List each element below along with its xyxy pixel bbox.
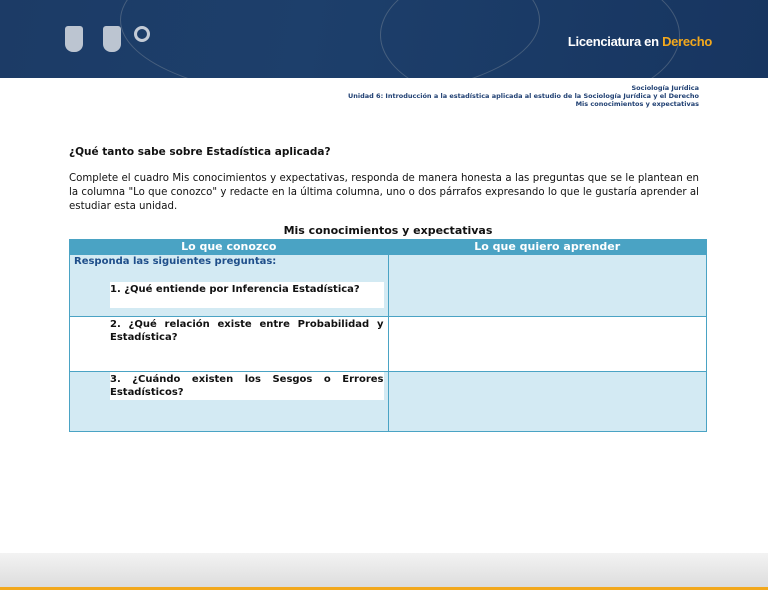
- column-header: Lo que conozco: [69, 239, 389, 255]
- brand-prefix: Licenciatura en: [567, 34, 663, 49]
- column-header: Lo que quiero aprender: [387, 239, 707, 255]
- brand-highlight: Derecho: [662, 34, 712, 49]
- document-subheader: Sociología Jurídica Unidad 6: Introducci…: [348, 84, 699, 108]
- table-row: Responda las siguientes preguntas: 1. ¿Qu…: [69, 254, 707, 317]
- question-title: ¿Qué tanto sabe sobre Estadística aplica…: [69, 146, 331, 158]
- answer-cell[interactable]: [387, 254, 707, 317]
- program-title: Licenciatura en Derecho: [568, 34, 712, 49]
- question: 3. ¿Cuándo existen los Sesgos o Errores …: [110, 372, 384, 400]
- question-cell: Responda las siguientes preguntas: 1. ¿Qu…: [69, 254, 389, 317]
- footer-band: [0, 553, 768, 588]
- cuaed-logo: [134, 26, 150, 42]
- subject: Sociología Jurídica: [631, 84, 699, 92]
- question-cell: 2. ¿Qué relación existe entre Probabilid…: [69, 316, 389, 372]
- question-cell: 3. ¿Cuándo existen los Sesgos o Errores …: [69, 371, 389, 432]
- header-banner: Licenciatura en Derecho: [0, 0, 768, 78]
- question: 2. ¿Qué relación existe entre Probabilid…: [110, 317, 384, 345]
- lead-text: Responda las siguientes preguntas:: [74, 256, 277, 267]
- answer-cell[interactable]: [387, 371, 707, 432]
- unit-title: Unidad 6: Introducción a la estadística …: [347, 92, 699, 100]
- activity-title: Mis conocimientos y expectativas: [575, 100, 699, 108]
- instructions: Complete el cuadro Mis conocimientos y e…: [69, 173, 699, 212]
- question: 1. ¿Qué entiende por Inferencia Estadíst…: [110, 282, 384, 308]
- unam-logo: [65, 26, 83, 52]
- table-row: 3. ¿Cuándo existen los Sesgos o Errores …: [69, 371, 707, 432]
- table-title: Mis conocimientos y expectativas: [283, 224, 493, 237]
- table-row: 2. ¿Qué relación existe entre Probabilid…: [69, 316, 707, 372]
- answer-cell[interactable]: [387, 316, 707, 372]
- footer-accent-line: [0, 587, 768, 590]
- fes-logo: [103, 26, 121, 52]
- knowledge-table: Lo que conozco Lo que quiero aprender Res…: [69, 239, 707, 432]
